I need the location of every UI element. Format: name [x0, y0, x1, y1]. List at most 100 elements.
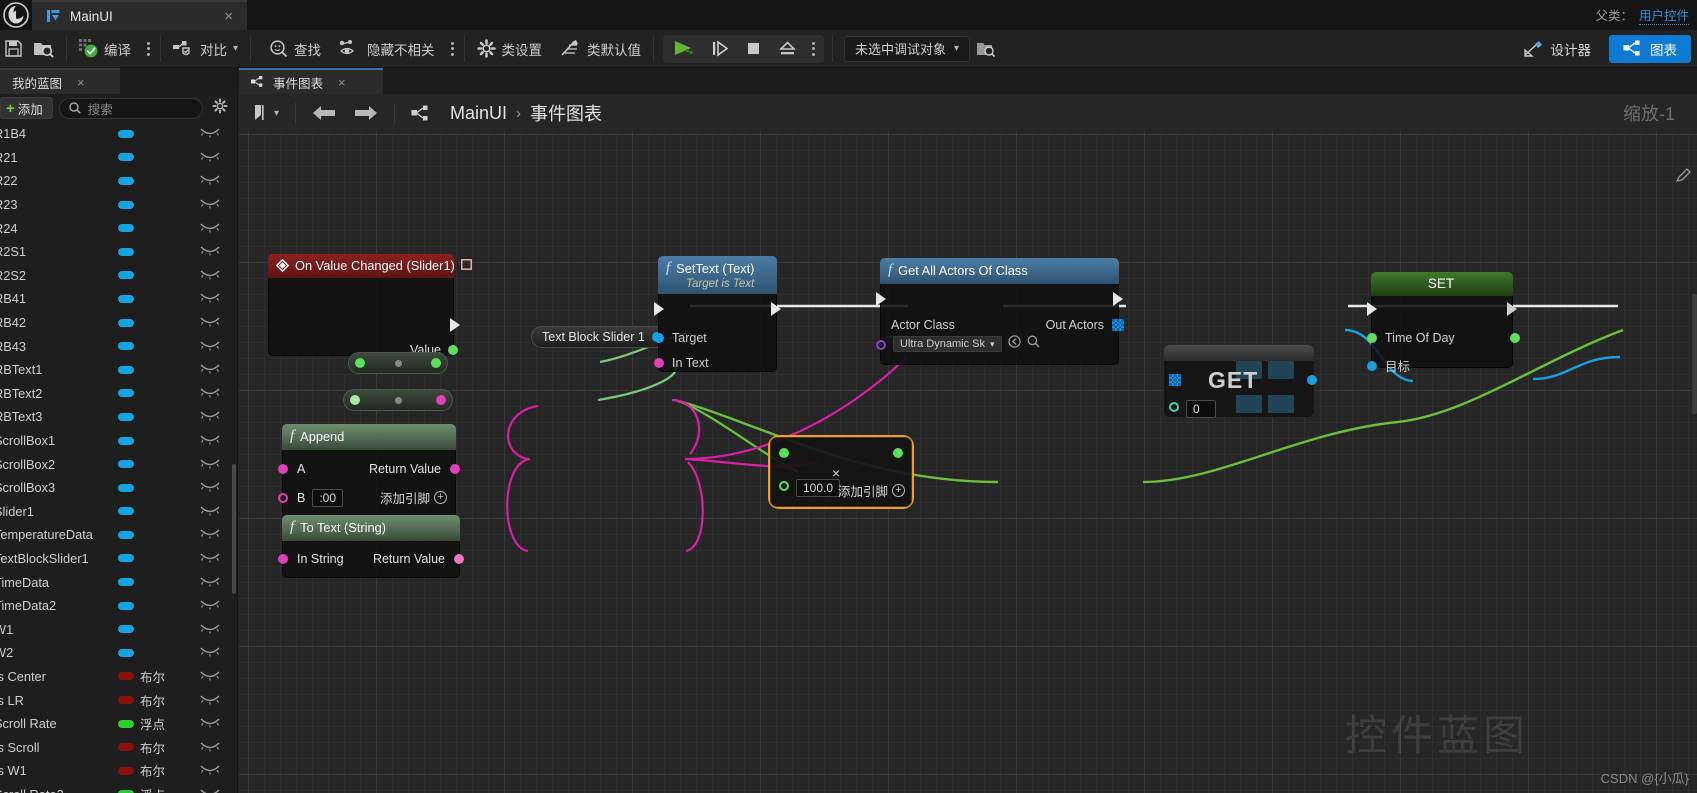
variable-row[interactable]: R2S2	[0, 264, 237, 288]
value-out-pin[interactable]	[448, 345, 458, 355]
variable-row[interactable]: ScrollBox2	[0, 452, 237, 476]
variable-row[interactable]: TimeData2	[0, 594, 237, 618]
node-on-value-changed[interactable]: On Value Changed (Slider1) Value	[268, 254, 472, 357]
reroute-in-pin[interactable]	[350, 395, 360, 405]
variable-row[interactable]: Scroll Rate2 浮点	[0, 783, 237, 793]
exec-out-pin[interactable]	[1113, 292, 1123, 306]
hide-unrelated-button[interactable]: 隐藏不相关	[330, 30, 444, 68]
pin-time-of-day[interactable]	[1367, 333, 1377, 343]
close-icon[interactable]: ×	[77, 75, 85, 90]
eye-closed-icon[interactable]	[200, 551, 220, 566]
reroute-node-1[interactable]	[348, 352, 448, 374]
pin-in-top[interactable]	[779, 448, 789, 458]
eye-closed-icon[interactable]	[200, 126, 220, 141]
node-set-text[interactable]: f SetText (Text) Target is Text Target I…	[654, 256, 781, 372]
debug-browse-button[interactable]	[970, 30, 1006, 68]
reroute-node-2[interactable]	[343, 389, 453, 411]
back-button[interactable]	[305, 100, 343, 126]
node-get-array-element[interactable]: GET 0	[1163, 344, 1317, 418]
compile-button[interactable]: 编译	[70, 30, 140, 68]
exec-out-pin[interactable]	[1507, 302, 1517, 316]
save-button[interactable]	[0, 30, 27, 68]
compile-options-button[interactable]	[140, 30, 157, 68]
breadcrumb-leaf[interactable]: 事件图表	[530, 100, 602, 126]
graph-scrollbar[interactable]	[1692, 294, 1697, 414]
node-float-multiply[interactable]: × 100.0 添加引脚 +	[770, 437, 912, 507]
pin-return-out[interactable]	[454, 553, 464, 564]
variable-row[interactable]: TimeData	[0, 570, 237, 594]
eye-closed-icon[interactable]	[200, 716, 220, 731]
exec-in-pin[interactable]	[1367, 302, 1377, 316]
eye-closed-icon[interactable]	[200, 480, 220, 495]
actor-class-dropdown[interactable]: Ultra Dynamic Sk ▾	[893, 336, 1002, 352]
variable-row[interactable]: RBText1	[0, 358, 237, 382]
eye-closed-icon[interactable]	[200, 150, 220, 165]
pin-a-in[interactable]	[278, 463, 288, 474]
eye-closed-icon[interactable]	[200, 386, 220, 401]
class-settings-button[interactable]: 类设置	[468, 30, 552, 68]
parent-class-value[interactable]: 用户控件	[1638, 5, 1689, 25]
variable-row[interactable]: Is Scroll 布尔	[0, 735, 237, 759]
gear-icon[interactable]	[209, 97, 231, 119]
variable-row[interactable]: RBText3	[0, 405, 237, 429]
node-get-all-actors-of-class[interactable]: f Get All Actors Of Class Actor Class Ul…	[876, 258, 1124, 365]
pin-in-string[interactable]	[278, 553, 288, 564]
find-button[interactable]: 查找	[260, 30, 330, 68]
eye-closed-icon[interactable]	[200, 457, 220, 472]
exec-out-pin[interactable]	[771, 302, 781, 316]
node-set-variable[interactable]: SET Time Of Day 目标	[1367, 272, 1520, 374]
eye-closed-icon[interactable]	[200, 763, 220, 778]
variable-row[interactable]: W2	[0, 641, 237, 665]
eye-closed-icon[interactable]	[200, 173, 220, 188]
eye-closed-icon[interactable]	[200, 693, 220, 708]
node-append[interactable]: f Append A Return Value B :00 添加引脚 +	[278, 424, 460, 519]
reroute-out-pin[interactable]	[436, 395, 446, 405]
variable-row[interactable]: Is W1 布尔	[0, 759, 237, 783]
eye-closed-icon[interactable]	[200, 527, 220, 542]
eye-closed-icon[interactable]	[200, 221, 220, 236]
add-pin-button[interactable]: 添加引脚 +	[838, 481, 906, 500]
designer-mode-button[interactable]: 设计器	[1510, 35, 1606, 63]
variable-row[interactable]: Scroll Rate 浮点	[0, 712, 237, 736]
eye-closed-icon[interactable]	[200, 362, 220, 377]
left-panel-scrollbar[interactable]	[232, 464, 236, 594]
eye-closed-icon[interactable]	[200, 504, 220, 519]
pin-target[interactable]	[654, 333, 664, 343]
close-icon[interactable]: ×	[338, 75, 346, 90]
add-button[interactable]: + 添加	[0, 97, 53, 119]
browse-icon[interactable]	[1007, 335, 1021, 353]
debug-object-dropdown[interactable]: 未选中调试对象 ▾	[844, 35, 971, 62]
close-icon[interactable]: ×	[220, 9, 237, 24]
eye-closed-icon[interactable]	[200, 622, 220, 637]
tab-my-blueprint[interactable]: 我的蓝图 ×	[0, 68, 120, 94]
pin-out-top[interactable]	[893, 448, 903, 458]
tab-event-graph[interactable]: 事件图表 ×	[239, 68, 383, 94]
pin-time-of-day-out[interactable]	[1510, 333, 1520, 343]
variable-list[interactable]: R1B4 R21 R22 R23 R24 R2S1 R2S2 RB41 RB42 RB43 RBTe…	[0, 122, 237, 793]
exec-in-pin[interactable]	[654, 302, 664, 316]
exec-in-pin[interactable]	[876, 292, 886, 306]
chevron-down-icon[interactable]: ▾	[233, 43, 238, 54]
pin-target[interactable]	[1367, 360, 1377, 371]
variable-row[interactable]: Is LR 布尔	[0, 688, 237, 712]
eye-closed-icon[interactable]	[200, 291, 220, 306]
eye-closed-icon[interactable]	[200, 409, 220, 424]
add-pin-button[interactable]: 添加引脚 +	[380, 488, 447, 507]
pin-in-text[interactable]	[654, 358, 664, 368]
variable-row[interactable]: R2S1	[0, 240, 237, 264]
variable-row[interactable]: Slider1	[0, 500, 237, 524]
variable-row[interactable]: W1	[0, 617, 237, 641]
pin-actor-class[interactable]	[876, 340, 886, 350]
variable-row[interactable]: ScrollBox3	[0, 476, 237, 500]
pin-b-value-input[interactable]: :00	[312, 488, 344, 507]
variable-row[interactable]: RB43	[0, 334, 237, 358]
graph-mode-button[interactable]: 图表	[1609, 34, 1691, 63]
reroute-out-pin[interactable]	[431, 358, 441, 368]
play-button[interactable]	[665, 35, 703, 63]
eye-closed-icon[interactable]	[200, 339, 220, 354]
pin-in-bottom[interactable]	[779, 481, 789, 491]
exec-out-pin[interactable]	[450, 318, 460, 332]
variable-row[interactable]: R1B4	[0, 122, 237, 146]
variable-row[interactable]: RB41	[0, 287, 237, 311]
search-input[interactable]: 搜索	[58, 97, 203, 119]
